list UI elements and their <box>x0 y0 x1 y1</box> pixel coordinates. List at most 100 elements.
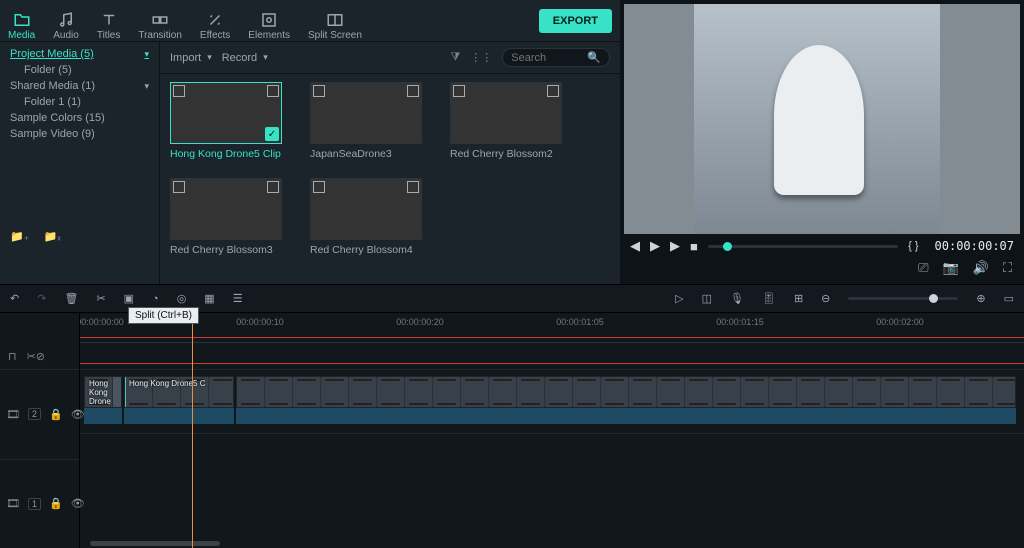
media-clip[interactable]: Red Cherry Blossom2 <box>450 82 562 160</box>
volume-icon[interactable]: 🔊 <box>973 260 989 276</box>
snapshot-icon[interactable]: 📷 <box>943 260 959 276</box>
render-icon[interactable]: ▷ <box>675 292 683 305</box>
ruler-mark: 00:00:00:10 <box>236 317 284 327</box>
keyframe-icon[interactable]: ⊞ <box>794 292 803 305</box>
prev-button[interactable]: ◀ <box>630 238 640 254</box>
delete-folder-icon[interactable]: 📁ₓ <box>44 230 61 243</box>
tab-elements[interactable]: Elements <box>248 3 290 41</box>
split-tooltip: Split (Ctrl+B) <box>128 307 199 324</box>
tab-audio-label: Audio <box>53 30 79 41</box>
playhead[interactable] <box>192 313 193 548</box>
chevron-down-icon: ▾ <box>144 49 149 60</box>
voiceover-icon[interactable]: 🎙 <box>730 292 744 305</box>
quality-icon[interactable]: ⎚ <box>918 260 928 276</box>
zoom-out-icon[interactable]: ⊖ <box>821 292 830 305</box>
tab-splitscreen[interactable]: Split Screen <box>308 3 362 41</box>
search-icon[interactable]: 🔍 <box>587 51 601 64</box>
audio-track[interactable] <box>80 433 1024 497</box>
preview-video[interactable] <box>624 4 1020 234</box>
filter-icon[interactable]: ⧩ <box>450 51 460 64</box>
track-type-icon: 🎞 <box>6 408 20 421</box>
clip-name: JapanSeaDrone3 <box>310 148 422 160</box>
track-head-audio[interactable]: 🎞 1 🔒 👁 <box>0 459 79 548</box>
video-track[interactable]: Hong Kong Drone Hong Kong Drone5 C Hong … <box>80 369 1024 433</box>
chevron-down-icon: ▾ <box>263 52 268 63</box>
split-icon[interactable]: ✂ <box>96 292 105 305</box>
undo-icon[interactable]: ↶ <box>10 292 19 305</box>
tab-elements-label: Elements <box>248 30 290 41</box>
timeline-clip[interactable]: Hong Kong Drone5 C <box>124 376 234 408</box>
preview-panel: ◀ ▶ ▶ ■ { } 00:00:00:07 ⎚ 📷 🔊 ⛶ <box>620 0 1024 284</box>
clip-name: Red Cherry Blossom4 <box>310 244 422 256</box>
ruler-mark: 00:00:01:15 <box>716 317 764 327</box>
link-icon[interactable]: ✂⊘ <box>27 350 45 363</box>
markers-icon[interactable]: { } <box>908 240 918 252</box>
tab-transition-label: Transition <box>138 30 182 41</box>
tab-media-label: Media <box>8 30 35 41</box>
zoom-in-icon[interactable]: ⊕ <box>976 292 985 305</box>
media-clip[interactable]: JapanSeaDrone3 <box>310 82 422 160</box>
lock-icon[interactable]: 🔒 <box>49 497 63 510</box>
crop-icon[interactable]: ▣ <box>124 292 134 305</box>
preview-scrubber[interactable] <box>708 245 898 248</box>
timeline-ruler[interactable]: 00:00:00:0000:00:00:1000:00:00:2000:00:0… <box>80 313 1024 343</box>
track-head-video[interactable]: 🎞 2 🔒 👁 <box>0 369 79 459</box>
tab-titles[interactable]: Titles <box>97 3 121 41</box>
media-clip[interactable]: Red Cherry Blossom4 <box>310 178 422 256</box>
mixer-icon[interactable]: 🎚 <box>762 292 776 305</box>
lock-icon[interactable]: 🔒 <box>49 408 63 421</box>
tab-splitscreen-label: Split Screen <box>308 30 362 41</box>
ruler-mark: 00:00:02:00 <box>876 317 924 327</box>
timeline-clip[interactable]: Hong Kong Drone5 Clip <box>236 376 1016 408</box>
import-dropdown[interactable]: Import▾ <box>170 52 212 64</box>
ruler-mark: 00:00:01:05 <box>556 317 604 327</box>
chevron-down-icon: ▾ <box>207 52 212 63</box>
adjust-icon[interactable]: ☰ <box>233 292 243 305</box>
tree-shared-sub[interactable]: Folder 1 (1) <box>6 94 153 110</box>
tab-effects-label: Effects <box>200 30 230 41</box>
search-input[interactable] <box>511 52 581 64</box>
clip-name: Red Cherry Blossom2 <box>450 148 562 160</box>
play-button[interactable]: ▶ <box>650 238 660 254</box>
record-dropdown[interactable]: Record▾ <box>222 52 268 64</box>
timeline-audio-clip[interactable] <box>236 408 1016 424</box>
fit-icon[interactable]: ▭ <box>1004 292 1014 305</box>
tree-shared-media[interactable]: Shared Media (1)▾ <box>6 78 153 94</box>
media-thumbnails: ✓Hong Kong Drone5 Clip JapanSeaDrone3 Red … <box>160 74 620 284</box>
color-icon[interactable]: ◎ <box>177 292 187 305</box>
zoom-slider[interactable] <box>848 297 958 300</box>
greenscreen-icon[interactable]: ▦ <box>204 292 214 305</box>
search-box[interactable]: 🔍 <box>502 48 610 67</box>
redo-icon[interactable]: ↷ <box>37 292 46 305</box>
tab-titles-label: Titles <box>97 30 121 41</box>
fullscreen-icon[interactable]: ⛶ <box>1003 260 1012 276</box>
tree-project-media[interactable]: Project Media (5)▾ <box>6 46 153 62</box>
media-clip[interactable]: ✓Hong Kong Drone5 Clip <box>170 82 282 160</box>
export-button[interactable]: EXPORT <box>539 9 612 33</box>
ruler-mark: 00:00:00:00 <box>80 317 124 327</box>
preview-timecode: 00:00:00:07 <box>935 239 1014 253</box>
track-type-icon: 🎞 <box>6 497 20 510</box>
magnet-icon[interactable]: ⊓ <box>8 350 17 363</box>
timeline-scrollbar[interactable] <box>90 541 220 546</box>
sort-icon[interactable]: ⋮⋮ <box>470 51 492 64</box>
tab-media[interactable]: Media <box>8 3 35 41</box>
tab-audio[interactable]: Audio <box>53 3 79 41</box>
tree-sample-colors[interactable]: Sample Colors (15) <box>6 110 153 126</box>
delete-icon[interactable]: 🗑 <box>64 292 78 305</box>
tab-transition[interactable]: Transition <box>138 3 182 41</box>
next-button[interactable]: ▶ <box>670 238 680 254</box>
timeline-audio-clip[interactable] <box>124 408 234 424</box>
stop-button[interactable]: ■ <box>690 239 698 254</box>
media-clip[interactable]: Red Cherry Blossom3 <box>170 178 282 256</box>
tree-project-sub[interactable]: Folder (5) <box>6 62 153 78</box>
tree-sample-video[interactable]: Sample Video (9) <box>6 126 153 142</box>
new-folder-icon[interactable]: 📁₊ <box>10 230 30 243</box>
tab-effects[interactable]: Effects <box>200 3 230 41</box>
clip-name: Red Cherry Blossom3 <box>170 244 282 256</box>
marker-icon[interactable]: ◫ <box>702 292 712 305</box>
speed-icon[interactable]: ◔ <box>152 293 159 305</box>
timeline-clip[interactable]: Hong Kong Drone <box>84 376 122 408</box>
track-number: 1 <box>28 498 41 510</box>
timeline-audio-clip[interactable] <box>84 408 122 424</box>
